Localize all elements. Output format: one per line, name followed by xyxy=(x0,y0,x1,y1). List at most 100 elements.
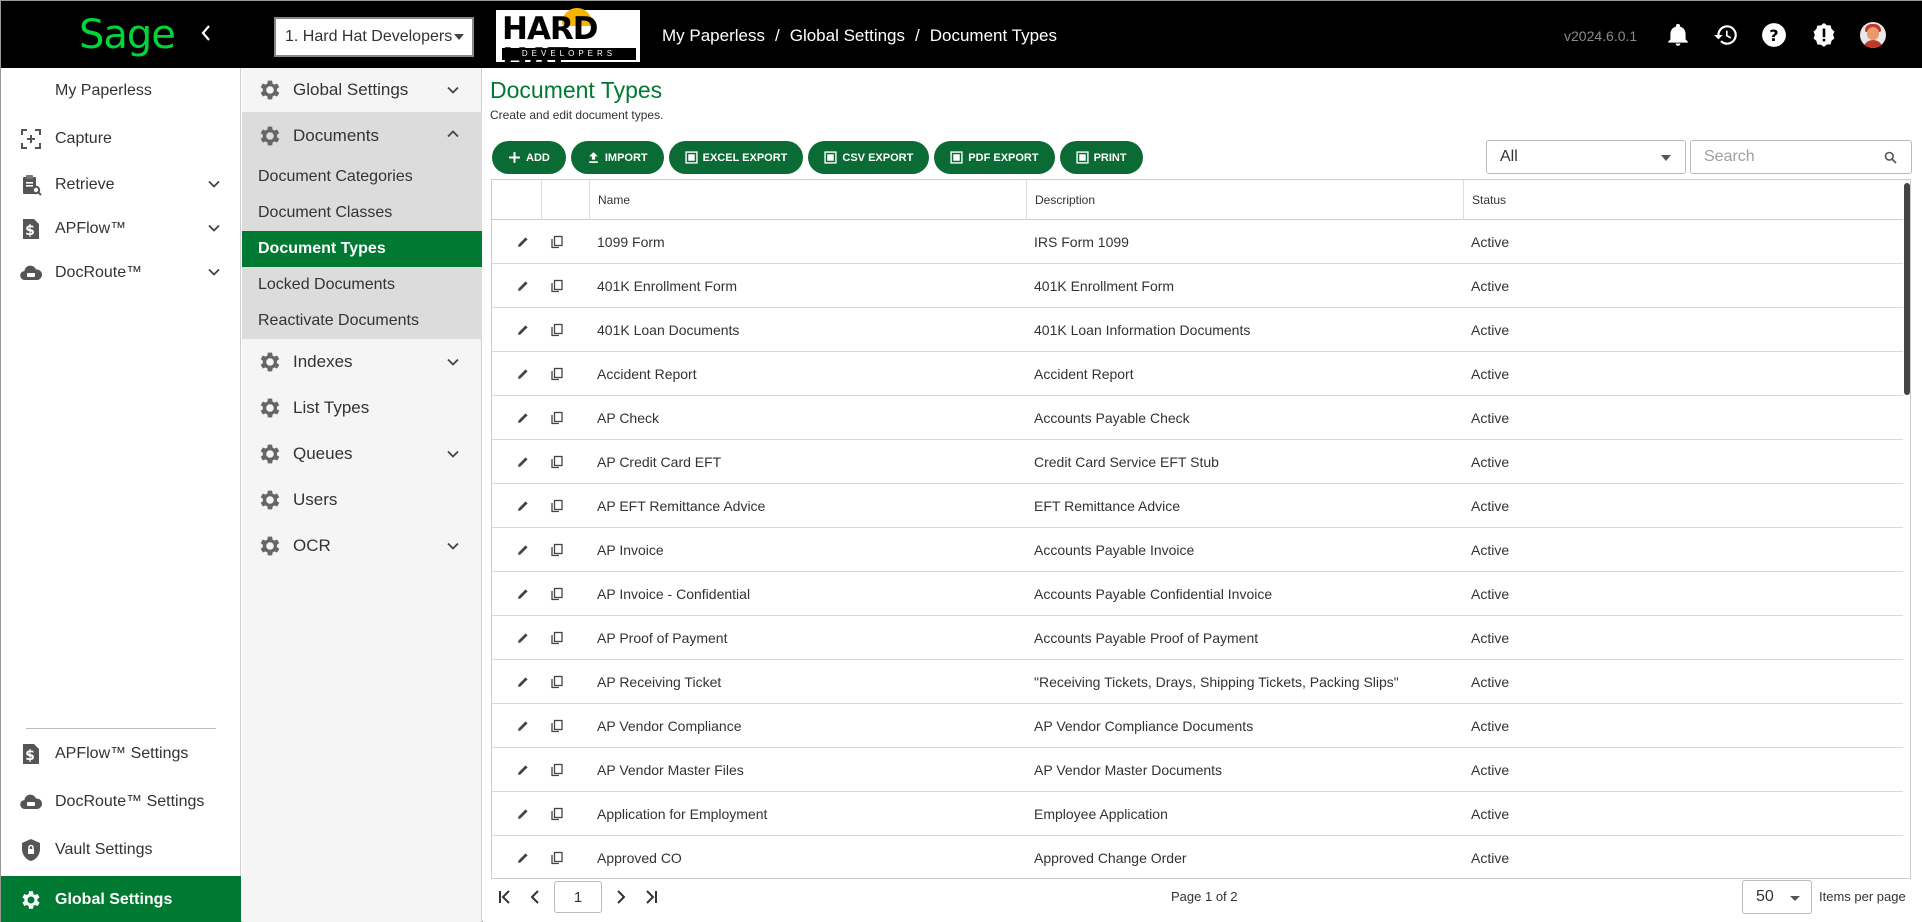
sidebar-item-label: Vault Settings xyxy=(55,841,153,858)
search-input[interactable] xyxy=(1704,148,1874,166)
table-row: AP Proof of Payment Accounts Payable Proo… xyxy=(492,616,1910,660)
breadcrumb-global-settings[interactable]: Global Settings xyxy=(790,26,905,46)
cell-status: Active xyxy=(1471,630,1510,646)
cell-description: Accounts Payable Check xyxy=(1034,410,1190,426)
table-row: AP Check Accounts Payable Check Active xyxy=(492,396,1910,440)
cell-name: AP Credit Card EFT xyxy=(597,454,722,470)
sidebar-item-capture[interactable]: Capture xyxy=(1,117,241,161)
edit-icon[interactable] xyxy=(516,851,530,865)
table-row: AP EFT Remittance Advice EFT Remittance A… xyxy=(492,484,1910,528)
table-scrollbar[interactable] xyxy=(1903,181,1910,877)
import-button[interactable]: IMPORT xyxy=(570,141,664,174)
last-page-button[interactable] xyxy=(641,887,661,907)
edit-icon[interactable] xyxy=(516,807,530,821)
sidebar-item-apflow[interactable]: $ APFlow™ xyxy=(1,207,241,251)
add-button-label: ADD xyxy=(526,151,550,164)
chevron-down-icon xyxy=(447,450,459,458)
copy-icon[interactable] xyxy=(550,235,564,249)
copy-icon[interactable] xyxy=(550,455,564,469)
copy-icon[interactable] xyxy=(550,675,564,689)
subnav-users[interactable]: Users xyxy=(242,478,482,522)
subnav-documents[interactable]: Documents xyxy=(242,112,482,159)
copy-icon[interactable] xyxy=(550,499,564,513)
dollar-doc-icon: $ xyxy=(19,217,43,241)
copy-icon[interactable] xyxy=(550,763,564,777)
previous-page-button[interactable] xyxy=(525,887,545,907)
copy-icon[interactable] xyxy=(550,631,564,645)
copy-icon[interactable] xyxy=(550,851,564,865)
chevron-down-icon xyxy=(447,358,459,366)
subnav-reactivate-documents[interactable]: Reactivate Documents xyxy=(242,303,482,339)
subnav-list-types[interactable]: List Types xyxy=(242,386,482,430)
cell-status: Active xyxy=(1471,410,1510,426)
column-header-description[interactable]: Description xyxy=(1026,180,1463,220)
items-per-page-select[interactable]: 50 xyxy=(1742,880,1812,914)
help-button[interactable]: ? xyxy=(1760,21,1788,49)
excel-export-button[interactable]: EXCEL EXPORT xyxy=(668,141,804,174)
column-header-name[interactable]: Name xyxy=(589,180,1026,220)
edit-icon[interactable] xyxy=(516,279,530,293)
edit-icon[interactable] xyxy=(516,323,530,337)
copy-icon[interactable] xyxy=(550,807,564,821)
search-icon[interactable] xyxy=(1884,151,1897,164)
edit-icon[interactable] xyxy=(516,543,530,557)
status-filter-select[interactable]: All xyxy=(1486,140,1686,174)
pdf-export-button[interactable]: PDF EXPORT xyxy=(934,141,1055,174)
gear-icon xyxy=(257,533,283,559)
copy-icon[interactable] xyxy=(550,367,564,381)
first-page-button[interactable] xyxy=(495,887,515,907)
cloud-icon xyxy=(19,790,43,814)
subnav-queues[interactable]: Queues xyxy=(242,432,482,476)
collapse-sidebar-button[interactable] xyxy=(199,23,213,47)
subnav-locked-documents[interactable]: Locked Documents xyxy=(242,267,482,303)
copy-icon[interactable] xyxy=(550,543,564,557)
edit-icon[interactable] xyxy=(516,763,530,777)
column-header-status[interactable]: Status xyxy=(1463,180,1903,220)
copy-icon[interactable] xyxy=(550,411,564,425)
cell-description: Accounts Payable Proof of Payment xyxy=(1034,630,1259,646)
subnav-document-categories[interactable]: Document Categories xyxy=(242,159,482,195)
sidebar-item-vault-settings[interactable]: Vault Settings xyxy=(1,828,241,872)
subnav-document-classes[interactable]: Document Classes xyxy=(242,195,482,231)
sidebar-item-retrieve[interactable]: Retrieve xyxy=(1,163,241,207)
edit-icon[interactable] xyxy=(516,587,530,601)
scrollbar-thumb[interactable] xyxy=(1904,183,1910,395)
main-sidebar: My Paperless Capture Retrieve $ APFlow™ … xyxy=(1,68,241,922)
subnav-indexes[interactable]: Indexes xyxy=(242,340,482,384)
edit-icon[interactable] xyxy=(516,235,530,249)
subnav-document-types[interactable]: Document Types xyxy=(242,231,482,267)
sidebar-item-docroute[interactable]: DocRoute™ xyxy=(1,251,241,295)
copy-icon[interactable] xyxy=(550,323,564,337)
notifications-button[interactable] xyxy=(1664,21,1692,49)
chevron-up-icon xyxy=(447,130,459,138)
edit-icon[interactable] xyxy=(516,455,530,469)
sidebar-item-docroute-settings[interactable]: DocRoute™ Settings xyxy=(1,780,241,824)
csv-export-button[interactable]: CSV EXPORT xyxy=(808,141,930,174)
page-number-input[interactable] xyxy=(554,881,602,913)
sidebar-item-label: Global Settings xyxy=(55,890,173,908)
edit-icon[interactable] xyxy=(516,499,530,513)
edit-icon[interactable] xyxy=(516,719,530,733)
copy-icon[interactable] xyxy=(550,279,564,293)
cell-status: Active xyxy=(1471,718,1510,734)
edit-icon[interactable] xyxy=(516,411,530,425)
subnav-ocr[interactable]: OCR xyxy=(242,524,482,568)
alerts-button[interactable] xyxy=(1810,21,1838,49)
next-page-button[interactable] xyxy=(611,887,631,907)
edit-icon[interactable] xyxy=(516,675,530,689)
copy-icon[interactable] xyxy=(550,719,564,733)
copy-icon[interactable] xyxy=(550,587,564,601)
company-select[interactable]: 1. Hard Hat Developers xyxy=(274,17,474,57)
subnav-global-settings[interactable]: Global Settings xyxy=(242,68,482,112)
edit-icon[interactable] xyxy=(516,367,530,381)
user-avatar[interactable] xyxy=(1860,22,1886,48)
sidebar-item-my-paperless[interactable]: My Paperless xyxy=(1,69,241,113)
edit-icon[interactable] xyxy=(516,631,530,645)
print-button[interactable]: PRINT xyxy=(1059,141,1143,174)
add-button[interactable]: ADD xyxy=(492,141,566,174)
sidebar-item-global-settings[interactable]: Global Settings xyxy=(1,876,241,922)
chevron-down-icon xyxy=(447,86,459,94)
sidebar-item-apflow-settings[interactable]: $ APFlow™ Settings xyxy=(1,732,241,776)
history-button[interactable] xyxy=(1712,21,1740,49)
breadcrumb-my-paperless[interactable]: My Paperless xyxy=(662,26,765,46)
